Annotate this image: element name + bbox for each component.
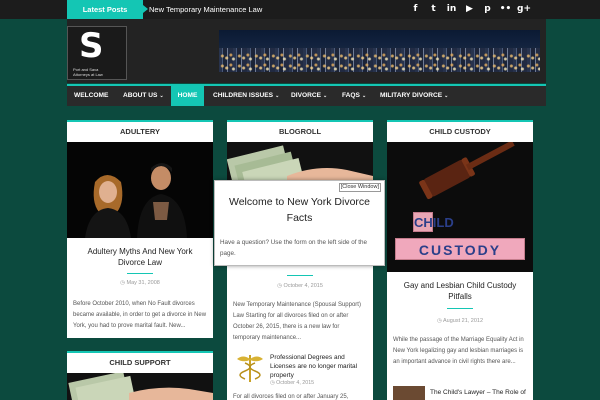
related-post-date: ◷ October 4, 2015 bbox=[270, 380, 314, 386]
block-row-child: CHILD bbox=[413, 212, 454, 232]
ticker-headline-link[interactable]: New Temporary Maintenance Law bbox=[149, 0, 262, 19]
flickr-icon[interactable]: •• bbox=[499, 2, 512, 16]
nav-item-welcome[interactable]: WELCOME bbox=[74, 86, 108, 106]
post-date-text: August 21, 2012 bbox=[442, 318, 484, 324]
nav-item-label: HOME bbox=[177, 92, 198, 99]
divider bbox=[447, 308, 473, 309]
nav-item-label: MILITARY DIVORCE bbox=[380, 92, 443, 99]
post-title-link[interactable]: Gay and Lesbian Child Custody Pitfalls bbox=[387, 280, 533, 302]
chevron-down-icon: ⌄ bbox=[323, 93, 328, 99]
post-excerpt: While the passage of the Marriage Equali… bbox=[393, 337, 524, 365]
post-title-link[interactable]: Adultery Myths And New York Divorce Law bbox=[67, 246, 213, 268]
child-custody-card: CHILD CUSTODY CHILD CUSTODY Gay and Lesb… bbox=[387, 120, 533, 400]
nav-item-home[interactable]: HOME bbox=[171, 86, 204, 106]
adultery-card: ADULTERY Adultery Myths And New York Div… bbox=[67, 120, 213, 338]
nav-item-label: FAQS bbox=[342, 92, 360, 99]
child-support-card: CHILD SUPPORT bbox=[67, 351, 213, 400]
gavel-blocks-photo[interactable]: CHILD CUSTODY bbox=[387, 142, 533, 272]
logo-letter: S bbox=[79, 26, 104, 66]
nav-item-children-issues[interactable]: CHILDREN ISSUES ⌄ bbox=[213, 86, 279, 106]
card-title: BLOGROLL bbox=[227, 120, 373, 140]
card-title: ADULTERY bbox=[67, 120, 213, 140]
chevron-down-icon: ⌄ bbox=[275, 93, 280, 99]
welcome-modal: [Close Window] Welcome to New York Divor… bbox=[214, 180, 385, 266]
nav-item-label: WELCOME bbox=[74, 92, 109, 99]
money-photo[interactable] bbox=[67, 373, 213, 400]
post-date: ◷ October 4, 2015 bbox=[227, 283, 373, 289]
adultery-photo[interactable] bbox=[67, 142, 213, 238]
post-date: ◷ August 21, 2012 bbox=[387, 318, 533, 324]
main-navigation: WELCOME ABOUT US ⌄ HOME CHILDREN ISSUES ⌄ … bbox=[67, 84, 546, 106]
divider bbox=[127, 273, 153, 274]
latest-posts-ticker: Latest Posts New Temporary Maintenance L… bbox=[0, 0, 600, 19]
linkedin-icon[interactable]: in bbox=[445, 2, 458, 16]
youtube-icon[interactable]: ▶ bbox=[463, 2, 476, 16]
post-excerpt: New Temporary Maintenance (Spousal Suppo… bbox=[233, 302, 361, 341]
related-post-link[interactable]: Professional Degrees and Licenses are no… bbox=[270, 353, 368, 380]
logo-firm-subtitle: Attorneys at Law bbox=[73, 72, 103, 77]
twitter-icon[interactable]: t bbox=[427, 2, 440, 16]
child-blocks: CHILD bbox=[413, 212, 454, 232]
nav-item-faqs[interactable]: FAQS ⌄ bbox=[342, 86, 366, 106]
post-date-text: May 31, 2008 bbox=[126, 280, 160, 286]
nav-item-about-us[interactable]: ABOUT US ⌄ bbox=[123, 86, 164, 106]
facebook-icon[interactable]: f bbox=[409, 2, 422, 16]
related-post-date-text: October 4, 2015 bbox=[276, 380, 315, 386]
block-row-custody: CUSTODY bbox=[395, 238, 525, 260]
nav-item-label: CHILDREN ISSUES bbox=[213, 92, 274, 99]
social-links: f t in ▶ p •• g+ bbox=[409, 2, 531, 16]
post-excerpt: Before October 2010, when No Fault divor… bbox=[73, 301, 207, 329]
caduceus-thumbnail[interactable] bbox=[233, 351, 267, 383]
site-header: S Port and Sava Attorneys at Law bbox=[67, 19, 546, 83]
related-thumbnail[interactable] bbox=[393, 386, 425, 400]
chevron-down-icon: ⌄ bbox=[444, 93, 449, 99]
modal-title: Welcome to New York Divorce Facts bbox=[228, 196, 371, 224]
nav-item-label: ABOUT US bbox=[123, 92, 158, 99]
card-title: CHILD SUPPORT bbox=[67, 351, 213, 371]
close-window-button[interactable]: [Close Window] bbox=[338, 183, 381, 192]
chevron-down-icon: ⌄ bbox=[159, 93, 164, 99]
chevron-down-icon: ⌄ bbox=[361, 93, 367, 99]
related-post-link[interactable]: The Child's Lawyer – The Role of bbox=[430, 388, 528, 397]
modal-text: Have a question? Use the form on the lef… bbox=[220, 239, 368, 257]
nav-item-label: DIVORCE bbox=[291, 92, 322, 99]
pinterest-icon[interactable]: p bbox=[481, 2, 494, 16]
nav-item-military-divorce[interactable]: MILITARY DIVORCE ⌄ bbox=[380, 86, 448, 106]
card-title: CHILD CUSTODY bbox=[387, 120, 533, 140]
city-skyline-banner bbox=[219, 30, 540, 72]
site-logo[interactable]: S Port and Sava Attorneys at Law bbox=[67, 26, 127, 80]
latest-posts-label: Latest Posts bbox=[67, 0, 148, 19]
post-excerpt: For all divorces filed on or after Janua… bbox=[233, 394, 349, 400]
nav-item-divorce[interactable]: DIVORCE ⌄ bbox=[291, 86, 327, 106]
post-date-text: October 4, 2015 bbox=[283, 283, 323, 289]
divider bbox=[287, 275, 313, 276]
googleplus-icon[interactable]: g+ bbox=[517, 2, 531, 16]
post-date: ◷ May 31, 2008 bbox=[67, 280, 213, 286]
